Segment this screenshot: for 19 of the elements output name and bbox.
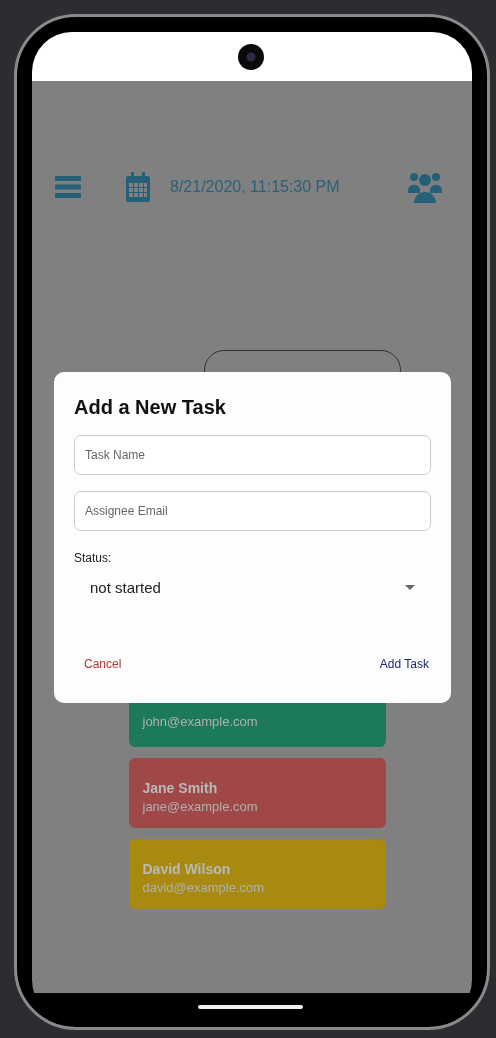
calendar-icon[interactable]: [126, 172, 150, 202]
status-label: Status:: [74, 551, 113, 565]
contact-name: David Wilson: [142, 861, 232, 877]
date-time: 8/21/2020, 11:15:30 PM: [170, 178, 341, 196]
contact-email: david@example.com: [142, 880, 266, 895]
dialog-title: Add a New Task: [74, 396, 227, 419]
input-field[interactable]: Assignee Email: [74, 491, 431, 531]
contact-name: Jane Smith: [142, 780, 219, 796]
people-icon[interactable]: [408, 171, 442, 203]
home-indicator[interactable]: [197, 1004, 303, 1009]
cancel-button[interactable]: Cancel: [82, 653, 124, 675]
caret-icon: [405, 584, 415, 590]
input-field[interactable]: Task Name: [74, 435, 431, 475]
contact-email: jane@example.com: [142, 799, 259, 814]
contact-email: john@example.com: [142, 714, 259, 729]
camera-icon: [238, 43, 264, 70]
add-task-button[interactable]: Add Task: [377, 653, 431, 675]
menu-icon[interactable]: [55, 176, 81, 198]
status-dropdown[interactable]: not started: [74, 567, 431, 607]
